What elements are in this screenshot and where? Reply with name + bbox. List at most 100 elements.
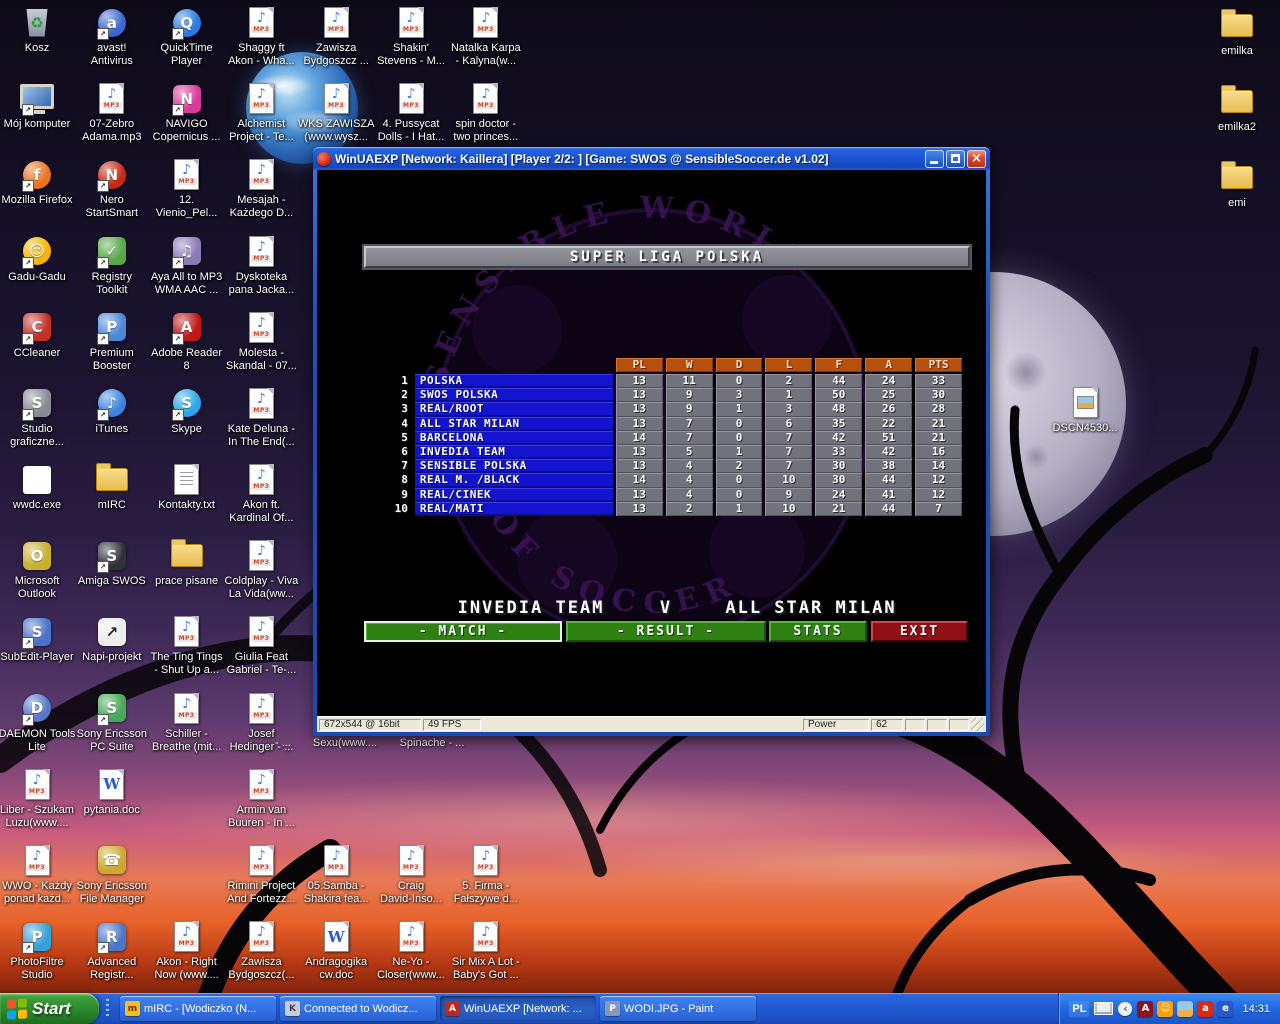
- stat-cell: 44: [865, 502, 912, 516]
- column-header-a: A: [865, 358, 912, 372]
- team-name-cell: SWOS POLSKA: [415, 388, 613, 402]
- gadu-gadu-tray-icon[interactable]: ☺: [1157, 1001, 1173, 1017]
- stat-cell: 9: [666, 402, 713, 416]
- stat-cell: 44: [865, 473, 912, 487]
- league-row-2[interactable]: 2SWOS POLSKA13931502530: [384, 388, 962, 402]
- stat-cell: 0: [716, 488, 763, 502]
- league-row-5[interactable]: 5 BARCELONA14707425121: [384, 431, 962, 445]
- language-indicator[interactable]: PL: [1069, 1001, 1089, 1017]
- result-button[interactable]: - RESULT -: [566, 621, 766, 642]
- team-name-cell: BARCELONA: [415, 431, 613, 445]
- stat-cell: 4: [666, 459, 713, 473]
- power-label-cell: Power: [803, 719, 869, 731]
- windows-flag-icon: [7, 998, 27, 1019]
- stat-cell: 13: [616, 459, 663, 473]
- taskbar-clock: 14:31: [1242, 1003, 1270, 1015]
- stat-cell: 48: [815, 402, 862, 416]
- stat-cell: 30: [815, 473, 862, 487]
- stat-cell: 38: [865, 459, 912, 473]
- picture-tray-icon[interactable]: [1177, 1001, 1193, 1017]
- league-row-9[interactable]: 9REAL/CINEK13409244112: [384, 488, 962, 502]
- stat-cell: 0: [716, 473, 763, 487]
- stats-button[interactable]: STATS: [769, 621, 867, 642]
- avast-tray-icon[interactable]: a: [1197, 1001, 1213, 1017]
- match-button[interactable]: - MATCH -: [364, 621, 562, 642]
- position-cell: 3: [384, 402, 410, 416]
- partial-icon-label: Sexu(www....: [313, 737, 377, 749]
- taskbar-task-3[interactable]: AWinUAEXP [Network: ...: [440, 996, 596, 1021]
- window-statusbar: 672x544 @ 16bit 49 FPS Power 62: [317, 716, 986, 732]
- maximize-button[interactable]: [946, 150, 965, 168]
- game-screen: SENSIBLE WORLD OF SOCCER SUPER LIGA POLS…: [317, 170, 986, 716]
- team-name-cell: REAL/ROOT: [415, 402, 613, 416]
- winuae-tray-icon[interactable]: A: [1137, 1001, 1153, 1017]
- stats-cells: 14707425121: [616, 431, 962, 445]
- stat-cell: 42: [815, 431, 862, 445]
- league-row-7[interactable]: 7SENSIBLE POLSKA13427303814: [384, 459, 962, 473]
- taskbar-task-1[interactable]: mmIRC - [Wodiczko (N...: [120, 996, 276, 1021]
- stat-cell: 7: [666, 417, 713, 431]
- collapse-tray-icon[interactable]: ‹: [1118, 1002, 1132, 1016]
- league-row-10[interactable]: 10REAL/MATI13211021447: [384, 502, 962, 516]
- window-title: WinUAEXP [Network: Kaillera] [Player 2/2…: [335, 152, 921, 166]
- stats-cells: 13211021447: [616, 502, 962, 516]
- position-cell: 1: [384, 374, 410, 388]
- statusbar-empty-cell: [927, 719, 947, 731]
- keyboard-icon[interactable]: [1094, 1002, 1113, 1015]
- stat-cell: 1: [716, 445, 763, 459]
- taskbar-task-2[interactable]: KConnected to Wodicz...: [280, 996, 436, 1021]
- column-header-w: W: [666, 358, 713, 372]
- stat-cell: 3: [765, 402, 812, 416]
- position-cell: 10: [384, 502, 410, 516]
- stats-cells: 13913482628: [616, 402, 962, 416]
- start-label: Start: [32, 999, 71, 1019]
- stat-cell: 24: [815, 488, 862, 502]
- stats-cells: 13931502530: [616, 388, 962, 402]
- league-row-3[interactable]: 3REAL/ROOT13913482628: [384, 402, 962, 416]
- stats-cells: 13706352221: [616, 417, 962, 431]
- league-row-1[interactable]: 1POLSKA131102442433: [384, 374, 962, 388]
- league-row-6[interactable]: 6INVEDIA TEAM13517334216: [384, 445, 962, 459]
- stat-cell: 51: [865, 431, 912, 445]
- stat-cell: 7: [666, 431, 713, 445]
- stat-cell: 22: [865, 417, 912, 431]
- league-table-header: PLWDLFAPTS: [384, 358, 962, 372]
- statusbar-empty-cell: [905, 719, 925, 731]
- stat-cell: 11: [666, 374, 713, 388]
- column-header-pl: PL: [616, 358, 663, 372]
- taskbar-task-4[interactable]: PWODI.JPG - Paint: [600, 996, 756, 1021]
- league-row-8[interactable]: 8REAL M. /BLACK144010304412: [384, 473, 962, 487]
- stat-cell: 33: [915, 374, 962, 388]
- fixture-versus: V: [660, 598, 672, 618]
- stat-cell: 7: [765, 445, 812, 459]
- league-title: SUPER LIGA POLSKA: [570, 249, 764, 265]
- fixture-home-team: INVEDIA TEAM: [458, 598, 605, 618]
- stat-cell: 5: [666, 445, 713, 459]
- fps-cell: 49 FPS: [423, 719, 481, 731]
- stat-cell: 13: [616, 388, 663, 402]
- start-button[interactable]: Start: [0, 993, 99, 1024]
- team-name-cell: REAL/CINEK: [415, 488, 613, 502]
- position-cell: 4: [384, 417, 410, 431]
- stat-cell: 0: [716, 431, 763, 445]
- web-tray-icon[interactable]: e: [1217, 1001, 1233, 1017]
- stats-cells: 13517334216: [616, 445, 962, 459]
- stat-cell: 7: [765, 431, 812, 445]
- taskbar-separator: [106, 999, 109, 1018]
- stat-cell: 2: [666, 502, 713, 516]
- task-label: WODI.JPG - Paint: [624, 1003, 713, 1015]
- resolution-cell: 672x544 @ 16bit: [319, 719, 421, 731]
- team-name-cell: REAL M. /BLACK: [415, 473, 613, 487]
- window-titlebar[interactable]: WinUAEXP [Network: Kaillera] [Player 2/2…: [313, 147, 990, 170]
- stat-cell: 13: [616, 402, 663, 416]
- position-cell: 5: [384, 431, 410, 445]
- column-header-l: L: [765, 358, 812, 372]
- minimize-button[interactable]: [925, 150, 944, 168]
- league-row-4[interactable]: 4ALL STAR MILAN13706352221: [384, 417, 962, 431]
- exit-button[interactable]: EXIT: [871, 621, 968, 642]
- close-button[interactable]: ×: [967, 150, 986, 168]
- resize-grip[interactable]: [971, 718, 984, 731]
- stat-cell: 2: [765, 374, 812, 388]
- mirc-task-icon: m: [125, 1001, 140, 1016]
- stat-cell: 50: [815, 388, 862, 402]
